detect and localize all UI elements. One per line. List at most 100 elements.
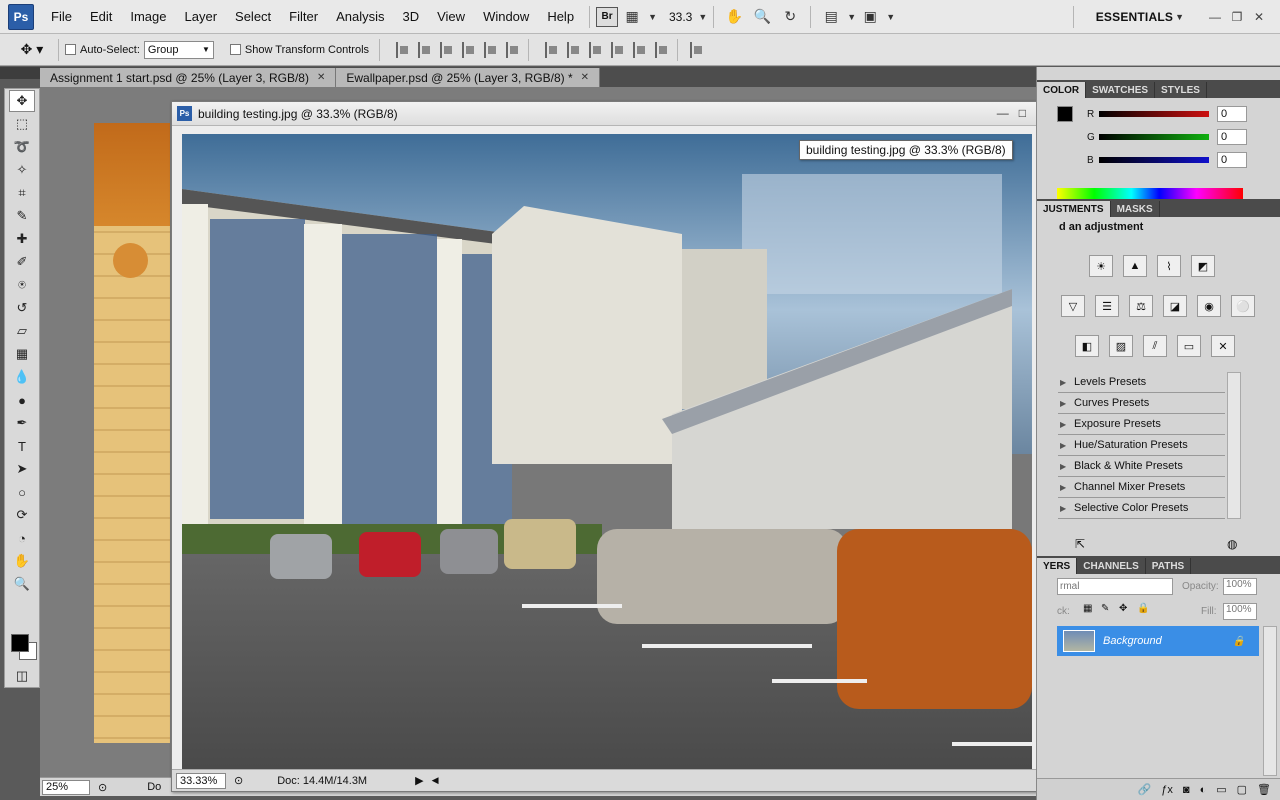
workspace-switcher[interactable]: ESSENTIALS [1096, 10, 1173, 24]
history-brush-tool-icon[interactable]: ↺ [9, 297, 35, 319]
tab-masks[interactable]: MASKS [1111, 201, 1160, 217]
film-icon[interactable]: ▦ [621, 6, 643, 28]
exposure-icon[interactable]: ◩ [1191, 255, 1215, 277]
presets-scrollbar[interactable] [1227, 372, 1241, 519]
restore-icon[interactable]: ❐ [1226, 10, 1248, 24]
distribute-top-icon[interactable] [545, 41, 561, 58]
channel-mixer-icon[interactable]: ⚪ [1231, 295, 1255, 317]
menu-select[interactable]: Select [226, 9, 280, 24]
close-icon[interactable]: ✕ [1248, 10, 1270, 24]
hand-tool-icon[interactable]: ✋ [9, 550, 35, 572]
brightness-icon[interactable]: ☀ [1089, 255, 1113, 277]
pen-tool-icon[interactable]: ✒ [9, 412, 35, 434]
status-info-icon[interactable]: ⊙ [98, 781, 107, 794]
preset-black-white[interactable]: Black & White Presets [1058, 456, 1225, 477]
threshold-icon[interactable]: ⫽ [1143, 335, 1167, 357]
lock-image-icon[interactable]: ✎ [1101, 603, 1109, 614]
menu-layer[interactable]: Layer [176, 9, 227, 24]
path-selection-tool-icon[interactable]: ➤ [9, 458, 35, 480]
distribute-vcenter-icon[interactable] [567, 41, 583, 58]
tab-layers[interactable]: YERS [1037, 558, 1078, 574]
align-hcenter-icon[interactable] [484, 41, 500, 58]
adjustment-layer-icon[interactable]: ◐ [1200, 784, 1207, 796]
arrange-documents-icon[interactable]: ▤ [820, 6, 842, 28]
crop-tool-icon[interactable]: ⌗ [9, 182, 35, 204]
align-left-icon[interactable] [462, 41, 478, 58]
minimize-icon[interactable]: — [997, 106, 1009, 120]
green-value-input[interactable]: 0 [1217, 129, 1247, 145]
gradient-map-icon[interactable]: ▭ [1177, 335, 1201, 357]
chevron-down-icon[interactable]: ▼ [698, 12, 707, 22]
black-white-icon[interactable]: ◪ [1163, 295, 1187, 317]
3d-rotate-tool-icon[interactable]: ⟳ [9, 504, 35, 526]
tab-swatches[interactable]: SWATCHES [1086, 82, 1156, 98]
layer-row-background[interactable]: Background 🔒 [1057, 626, 1259, 656]
distribute-hcenter-icon[interactable] [633, 41, 649, 58]
folder-icon[interactable]: ▭ [1216, 783, 1226, 796]
preset-curves[interactable]: Curves Presets [1058, 393, 1225, 414]
close-icon[interactable]: ✕ [317, 72, 325, 83]
lock-all-icon[interactable]: 🔒 [1137, 603, 1149, 614]
chevron-down-icon[interactable]: ▼ [847, 12, 856, 22]
magic-wand-tool-icon[interactable]: ✧ [9, 159, 35, 181]
gradient-tool-icon[interactable]: ▦ [9, 343, 35, 365]
clip-icon[interactable]: ◍ [1227, 537, 1237, 551]
lasso-tool-icon[interactable]: ➰ [9, 136, 35, 158]
posterize-icon[interactable]: ▨ [1109, 335, 1133, 357]
distribute-bottom-icon[interactable] [589, 41, 605, 58]
align-right-icon[interactable] [506, 41, 522, 58]
color-balance-icon[interactable]: ⚖ [1129, 295, 1153, 317]
zoom-level[interactable]: 33.3 [669, 10, 692, 24]
building-photo[interactable] [182, 134, 1032, 769]
tab-color[interactable]: COLOR [1037, 82, 1087, 98]
tools-panel-header[interactable] [0, 67, 40, 79]
preset-exposure[interactable]: Exposure Presets [1058, 414, 1225, 435]
preset-hue-saturation[interactable]: Hue/Saturation Presets [1058, 435, 1225, 456]
clone-stamp-tool-icon[interactable]: ⍟ [9, 274, 35, 296]
3d-orbit-tool-icon[interactable]: ◔ [9, 527, 35, 549]
menu-view[interactable]: View [428, 9, 474, 24]
scroll-left-icon[interactable]: ◀ [432, 775, 439, 786]
green-slider[interactable] [1099, 134, 1209, 140]
blue-value-input[interactable]: 0 [1217, 152, 1247, 168]
chevron-down-icon[interactable]: ▼ [886, 12, 895, 22]
eraser-tool-icon[interactable]: ▱ [9, 320, 35, 342]
status-info-icon[interactable]: ⊙ [234, 774, 243, 787]
tab-channels[interactable]: CHANNELS [1077, 558, 1146, 574]
shape-tool-icon[interactable]: ○ [9, 481, 35, 503]
tab-styles[interactable]: STYLES [1155, 82, 1207, 98]
bridge-button[interactable]: Br [596, 6, 619, 27]
blur-tool-icon[interactable]: 💧 [9, 366, 35, 388]
rotate-view-icon[interactable]: ↻ [779, 6, 801, 28]
hand-icon[interactable]: ✋ [723, 6, 745, 28]
blend-mode-dropdown[interactable]: rmal [1057, 578, 1173, 595]
chevron-down-icon[interactable]: ▼ [648, 12, 657, 22]
preset-selective-color[interactable]: Selective Color Presets [1058, 498, 1225, 519]
foreground-color-swatch[interactable] [11, 634, 29, 652]
menu-image[interactable]: Image [121, 9, 175, 24]
lock-transparent-icon[interactable]: ▦ [1083, 603, 1092, 614]
eyedropper-tool-icon[interactable]: ✎ [9, 205, 35, 227]
show-transform-checkbox[interactable] [229, 44, 241, 55]
vibrance-icon[interactable]: ▽ [1061, 295, 1085, 317]
zoom-input[interactable]: 25% [42, 779, 90, 795]
dodge-tool-icon[interactable]: ● [9, 389, 35, 411]
photo-filter-icon[interactable]: ◉ [1197, 295, 1221, 317]
auto-select-dropdown[interactable]: Group ▼ [143, 40, 214, 59]
preset-levels[interactable]: Levels Presets [1058, 372, 1225, 393]
align-vcenter-icon[interactable] [418, 41, 434, 58]
brush-tool-icon[interactable]: ✐ [9, 251, 35, 273]
link-icon[interactable]: 🔗 [1138, 783, 1152, 796]
zoom-icon[interactable]: 🔍 [751, 6, 773, 28]
invert-icon[interactable]: ◧ [1075, 335, 1099, 357]
lock-position-icon[interactable]: ✥ [1119, 603, 1127, 614]
expand-view-icon[interactable]: ⇱ [1075, 537, 1085, 551]
new-layer-icon[interactable]: ▢ [1237, 783, 1247, 796]
minimize-icon[interactable]: — [1204, 10, 1226, 24]
distribute-right-icon[interactable] [655, 41, 671, 58]
move-tool-icon[interactable]: ✥ [9, 90, 35, 112]
menu-help[interactable]: Help [538, 9, 583, 24]
screen-mode-icon[interactable]: ▣ [859, 6, 881, 28]
red-slider[interactable] [1099, 111, 1209, 117]
quick-mask-icon[interactable]: ◫ [9, 665, 35, 687]
